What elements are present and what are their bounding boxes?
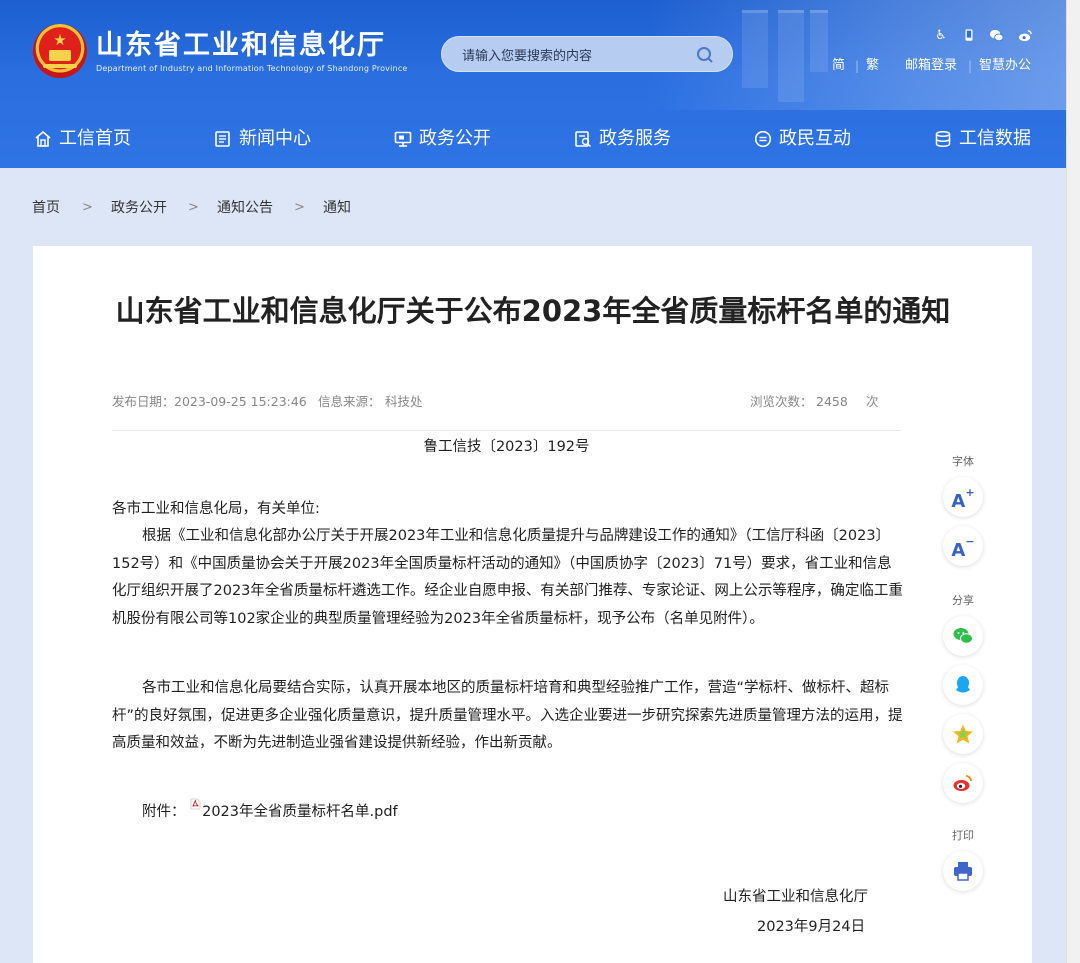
document-number: 鲁工信技〔2023〕192号 — [423, 439, 590, 455]
publish-date-label: 发布日期： — [112, 394, 175, 409]
minus-icon: − — [965, 535, 975, 548]
monitor-icon — [394, 131, 412, 147]
body-paragraph: 根据《工业和信息化部办公厅关于开展2023年工业和信息化质量提升与品牌建设工作的… — [112, 528, 903, 627]
search-icon[interactable] — [696, 46, 714, 64]
salutation: 各市工业和信息化局，有关单位: — [112, 501, 320, 517]
smart-office-link[interactable]: 智慧办公 — [979, 57, 1031, 75]
site-subtitle: Department of Industry and Information T… — [96, 64, 408, 73]
header-building — [778, 10, 804, 102]
search-input[interactable] — [462, 45, 692, 65]
site-header: ★ 山东省工业和信息化厅 Department of Industry and … — [0, 0, 1066, 168]
article-title: 山东省工业和信息化厅关于公布2023年全省质量标杆名单的通知 — [115, 294, 951, 328]
signature-organization: 山东省工业和信息化厅 — [723, 889, 868, 905]
chat-icon — [754, 130, 772, 148]
publish-date: 2023-09-25 15:23:46 — [174, 394, 307, 409]
wechat-icon[interactable] — [988, 28, 1004, 44]
news-icon — [215, 131, 230, 147]
signature-date: 2023年9月24日 — [757, 919, 866, 935]
top-icon-bar: ♿ — [931, 28, 1041, 46]
font-decrease-button[interactable]: A− — [943, 526, 983, 566]
views-count: 2458 — [816, 394, 848, 409]
share-qq-button[interactable] — [943, 665, 983, 705]
simplified-chinese-link[interactable]: 简 — [832, 57, 845, 75]
font-increase-glyph: A — [951, 491, 966, 512]
search-box — [441, 36, 733, 72]
plus-icon: + — [965, 486, 975, 499]
main-nav: 工信首页 新闻中心 政务公开 政务服务 政民互动 工信数据 — [0, 112, 1066, 168]
service-icon — [575, 131, 591, 147]
header-building — [742, 10, 768, 88]
font-decrease-glyph: A — [951, 540, 966, 561]
breadcrumb-separator: > — [82, 200, 93, 215]
share-weibo-button[interactable] — [943, 763, 983, 803]
star-icon — [953, 724, 973, 744]
page-scrollbar[interactable] — [1066, 0, 1080, 963]
views-label: 浏览次数： — [750, 394, 813, 409]
font-size-label: 字体 — [952, 455, 974, 468]
site-title[interactable]: 山东省工业和信息化厅 — [96, 30, 386, 62]
breadcrumb-government-affairs[interactable]: 政务公开 — [111, 198, 167, 218]
nav-item-label: 新闻中心 — [239, 128, 311, 149]
nav-item-label: 政务服务 — [599, 128, 671, 149]
attachment-link[interactable]: 2023年全省质量标杆名单.pdf — [202, 804, 398, 820]
attachment-label: 附件： — [142, 804, 186, 820]
pdf-icon — [190, 795, 201, 810]
weibo-icon — [953, 775, 972, 791]
font-increase-button[interactable]: A+ — [943, 477, 983, 517]
share-favorite-button[interactable] — [943, 714, 983, 754]
views-unit: 次 — [866, 394, 879, 409]
divider: | — [855, 59, 860, 73]
qq-icon — [956, 676, 970, 693]
national-emblem-logo[interactable]: ★ — [33, 24, 87, 78]
database-icon — [935, 130, 951, 148]
share-label: 分享 — [952, 594, 974, 607]
source-value: 科技处 — [385, 394, 423, 409]
home-icon — [35, 130, 51, 147]
body-paragraph: 各市工业和信息化局要结合实际，认真开展本地区的质量标杆培育和典型经验推广工作，营… — [112, 680, 903, 751]
attachment-row: 附件： 2023年全省质量标杆名单.pdf — [142, 795, 398, 823]
nav-item-label: 政务公开 — [419, 128, 491, 149]
breadcrumb-separator: > — [188, 200, 199, 215]
breadcrumb-separator: > — [294, 200, 305, 215]
breadcrumb-current: 通知 — [323, 200, 351, 216]
breadcrumb-home[interactable]: 首页 — [32, 198, 60, 218]
source-label: 信息来源： — [318, 394, 381, 409]
weibo-icon[interactable] — [1017, 28, 1033, 44]
print-button[interactable] — [943, 851, 983, 891]
breadcrumb-notices[interactable]: 通知公告 — [217, 198, 273, 218]
meta-divider — [112, 430, 901, 431]
mobile-icon[interactable] — [961, 28, 977, 44]
printer-icon — [954, 862, 972, 881]
mail-login-link[interactable]: 邮箱登录 — [905, 57, 957, 75]
article-panel: 山东省工业和信息化厅关于公布2023年全省质量标杆名单的通知 发布日期： 202… — [33, 246, 1032, 963]
share-wechat-button[interactable] — [943, 616, 983, 656]
header-building — [810, 10, 828, 72]
print-label: 打印 — [952, 829, 974, 842]
wechat-icon — [953, 628, 973, 644]
accessibility-icon[interactable]: ♿ — [933, 28, 949, 44]
nav-item-label: 政民互动 — [779, 128, 851, 149]
divider: | — [968, 59, 973, 73]
nav-item-label: 工信首页 — [59, 128, 131, 149]
traditional-chinese-link[interactable]: 繁 — [866, 57, 879, 75]
nav-item-label: 工信数据 — [959, 128, 1031, 149]
